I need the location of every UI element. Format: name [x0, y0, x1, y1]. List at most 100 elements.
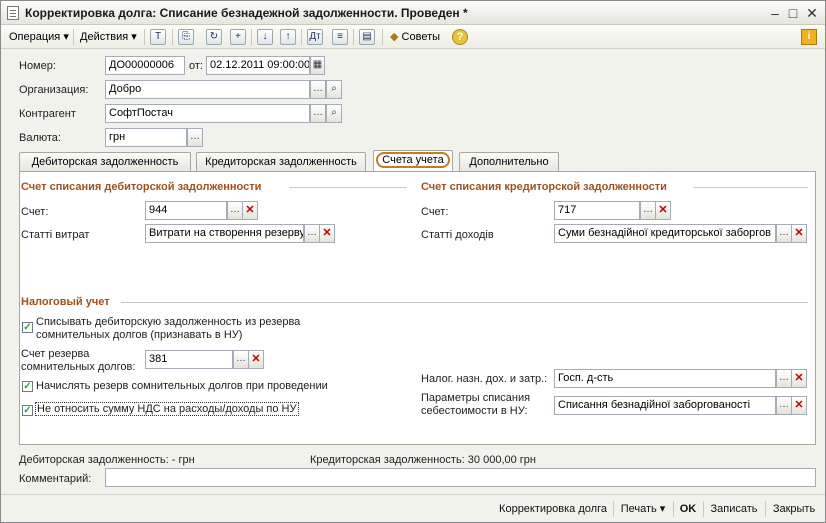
org-label: Организация:	[19, 84, 89, 96]
debt-correction-button[interactable]: Корректировка долга	[495, 500, 611, 518]
contractor-search-icon[interactable]: ⌕	[326, 104, 342, 123]
number-field[interactable]: ДО00000006	[105, 56, 185, 75]
minimize-button[interactable]: –	[767, 5, 783, 21]
accrue-reserve-checkbox[interactable]: ✓	[22, 381, 33, 392]
title-bar: Корректировка долга: Списание безнадежно…	[1, 1, 825, 25]
operation-menu[interactable]: Операция ▾	[6, 28, 72, 46]
debit-account-select-button[interactable]: …	[227, 201, 243, 220]
footer-bar: Корректировка долга Печать ▾ OK Записать…	[1, 494, 825, 522]
expense-label: Статті витрат	[21, 229, 90, 241]
write-off-reserve-checkbox[interactable]: ✓	[22, 322, 33, 333]
footer-separator	[703, 501, 704, 517]
window-title: Корректировка долга: Списание безнадежно…	[25, 6, 468, 20]
new-icon[interactable]: +	[230, 29, 246, 45]
org-search-icon[interactable]: ⌕	[326, 80, 342, 99]
contractor-label: Контрагент	[19, 108, 76, 120]
reserve-account-field[interactable]: 381	[145, 350, 233, 369]
tips-button[interactable]: ◆ Советы	[387, 28, 443, 46]
purpose-select-button[interactable]: …	[776, 369, 792, 388]
vat-label: Не относить сумму НДС на расходы/доходы …	[35, 402, 299, 416]
write-off-reserve-label-1: Списывать дебиторскую задолженность из р…	[36, 316, 301, 328]
table-icon[interactable]: ▤	[359, 29, 375, 45]
write-off-reserve-label-2: сомнительных долгов (признавать в НУ)	[36, 329, 243, 341]
movement-icon[interactable]: Т	[150, 29, 166, 45]
tips-icon: ◆	[390, 31, 399, 43]
debit-credit-icon[interactable]: Дт	[307, 29, 323, 45]
number-label: Номер:	[19, 60, 56, 72]
income-clear-icon[interactable]: ✕	[791, 224, 807, 243]
debit-account-field[interactable]: 944	[145, 201, 227, 220]
divider	[121, 302, 808, 303]
copy-icon[interactable]: ⎘	[178, 29, 194, 45]
debit-section-title: Счет списания дебиторской задолженности	[21, 181, 262, 193]
toolbar-separator	[73, 29, 74, 45]
vat-checkbox[interactable]: ✓	[22, 405, 33, 416]
help-icon[interactable]: ?	[452, 29, 468, 45]
ok-button[interactable]: OK	[677, 500, 699, 518]
reserve-account-select-button[interactable]: …	[233, 350, 249, 369]
footer-separator	[765, 501, 766, 517]
close-window-button[interactable]: ✕	[804, 5, 820, 21]
unpost-icon[interactable]: ↑	[280, 29, 296, 45]
credit-account-clear-icon[interactable]: ✕	[655, 201, 671, 220]
save-button[interactable]: Записать	[707, 500, 761, 518]
footer-separator	[613, 501, 614, 517]
toolbar-separator	[382, 29, 383, 45]
income-select-button[interactable]: …	[776, 224, 792, 243]
contractor-select-button[interactable]: …	[310, 104, 326, 123]
print-menu[interactable]: Печать ▾	[617, 500, 669, 518]
currency-select-button[interactable]: …	[187, 128, 203, 147]
tab-additional[interactable]: Дополнительно	[459, 152, 559, 172]
credit-section-title: Счет списания кредиторской задолженности	[421, 181, 667, 193]
refresh-icon[interactable]: ↻	[206, 29, 222, 45]
toolbar-separator	[172, 29, 173, 45]
tab-credit[interactable]: Кредиторская задолженность	[196, 152, 366, 172]
credit-account-field[interactable]: 717	[554, 201, 640, 220]
comment-field[interactable]	[105, 468, 816, 487]
divider	[289, 187, 407, 188]
reserve-label-2: сомнительных долгов:	[21, 361, 136, 373]
credit-summary: Кредиторская задолженность: 30 000,00 гр…	[310, 454, 536, 466]
expense-clear-icon[interactable]: ✕	[319, 224, 335, 243]
expense-select-button[interactable]: …	[304, 224, 320, 243]
org-field[interactable]: Добро	[105, 80, 310, 99]
report-icon[interactable]: ≡	[332, 29, 348, 45]
reserve-label-1: Счет резерва	[21, 348, 90, 360]
calendar-icon[interactable]: ▦	[310, 56, 325, 75]
org-select-button[interactable]: …	[310, 80, 326, 99]
close-button[interactable]: Закрыть	[769, 500, 819, 518]
tab-debit[interactable]: Дебиторская задолженность	[19, 152, 191, 172]
params-label-1: Параметры списания	[421, 392, 531, 404]
actions-menu[interactable]: Действия ▾	[77, 28, 140, 46]
tax-section-title: Налоговый учет	[21, 296, 110, 308]
document-window: Корректировка долга: Списание безнадежно…	[0, 0, 826, 523]
reserve-account-clear-icon[interactable]: ✕	[248, 350, 264, 369]
income-field[interactable]: Суми безнадійної кредиторської заборгов	[554, 224, 776, 243]
divider	[693, 187, 808, 188]
expense-field[interactable]: Витрати на створення резерву	[145, 224, 304, 243]
accrue-reserve-label: Начислять резерв сомнительных долгов при…	[36, 380, 328, 392]
credit-account-label: Счет:	[421, 206, 449, 218]
debit-account-clear-icon[interactable]: ✕	[242, 201, 258, 220]
currency-label: Валюта:	[19, 132, 61, 144]
contractor-field[interactable]: СофтПостач	[105, 104, 310, 123]
params-clear-icon[interactable]: ✕	[791, 396, 807, 415]
toolbar-separator	[353, 29, 354, 45]
date-field[interactable]: 02.12.2011 09:00:00	[206, 56, 310, 75]
params-select-button[interactable]: …	[776, 396, 792, 415]
purpose-clear-icon[interactable]: ✕	[791, 369, 807, 388]
toolbar-separator	[144, 29, 145, 45]
info-icon[interactable]: i	[801, 29, 817, 45]
credit-account-select-button[interactable]: …	[640, 201, 656, 220]
document-icon	[7, 6, 19, 20]
params-field[interactable]: Списання безнадійної заборгованості	[554, 396, 776, 415]
toolbar-separator	[301, 29, 302, 45]
currency-field[interactable]: грн	[105, 128, 187, 147]
toolbar: Операция ▾ Действия ▾ Т ⎘ ↻ + ↓ ↑ Дт ≡ ▤…	[1, 25, 825, 49]
comment-label: Комментарий:	[19, 473, 92, 485]
post-icon[interactable]: ↓	[257, 29, 273, 45]
purpose-field[interactable]: Госп. д-сть	[554, 369, 776, 388]
debit-summary: Дебиторская задолженность: - грн	[19, 454, 195, 466]
maximize-button[interactable]: □	[785, 5, 801, 21]
tab-accounts[interactable]: Счета учета	[373, 150, 453, 172]
